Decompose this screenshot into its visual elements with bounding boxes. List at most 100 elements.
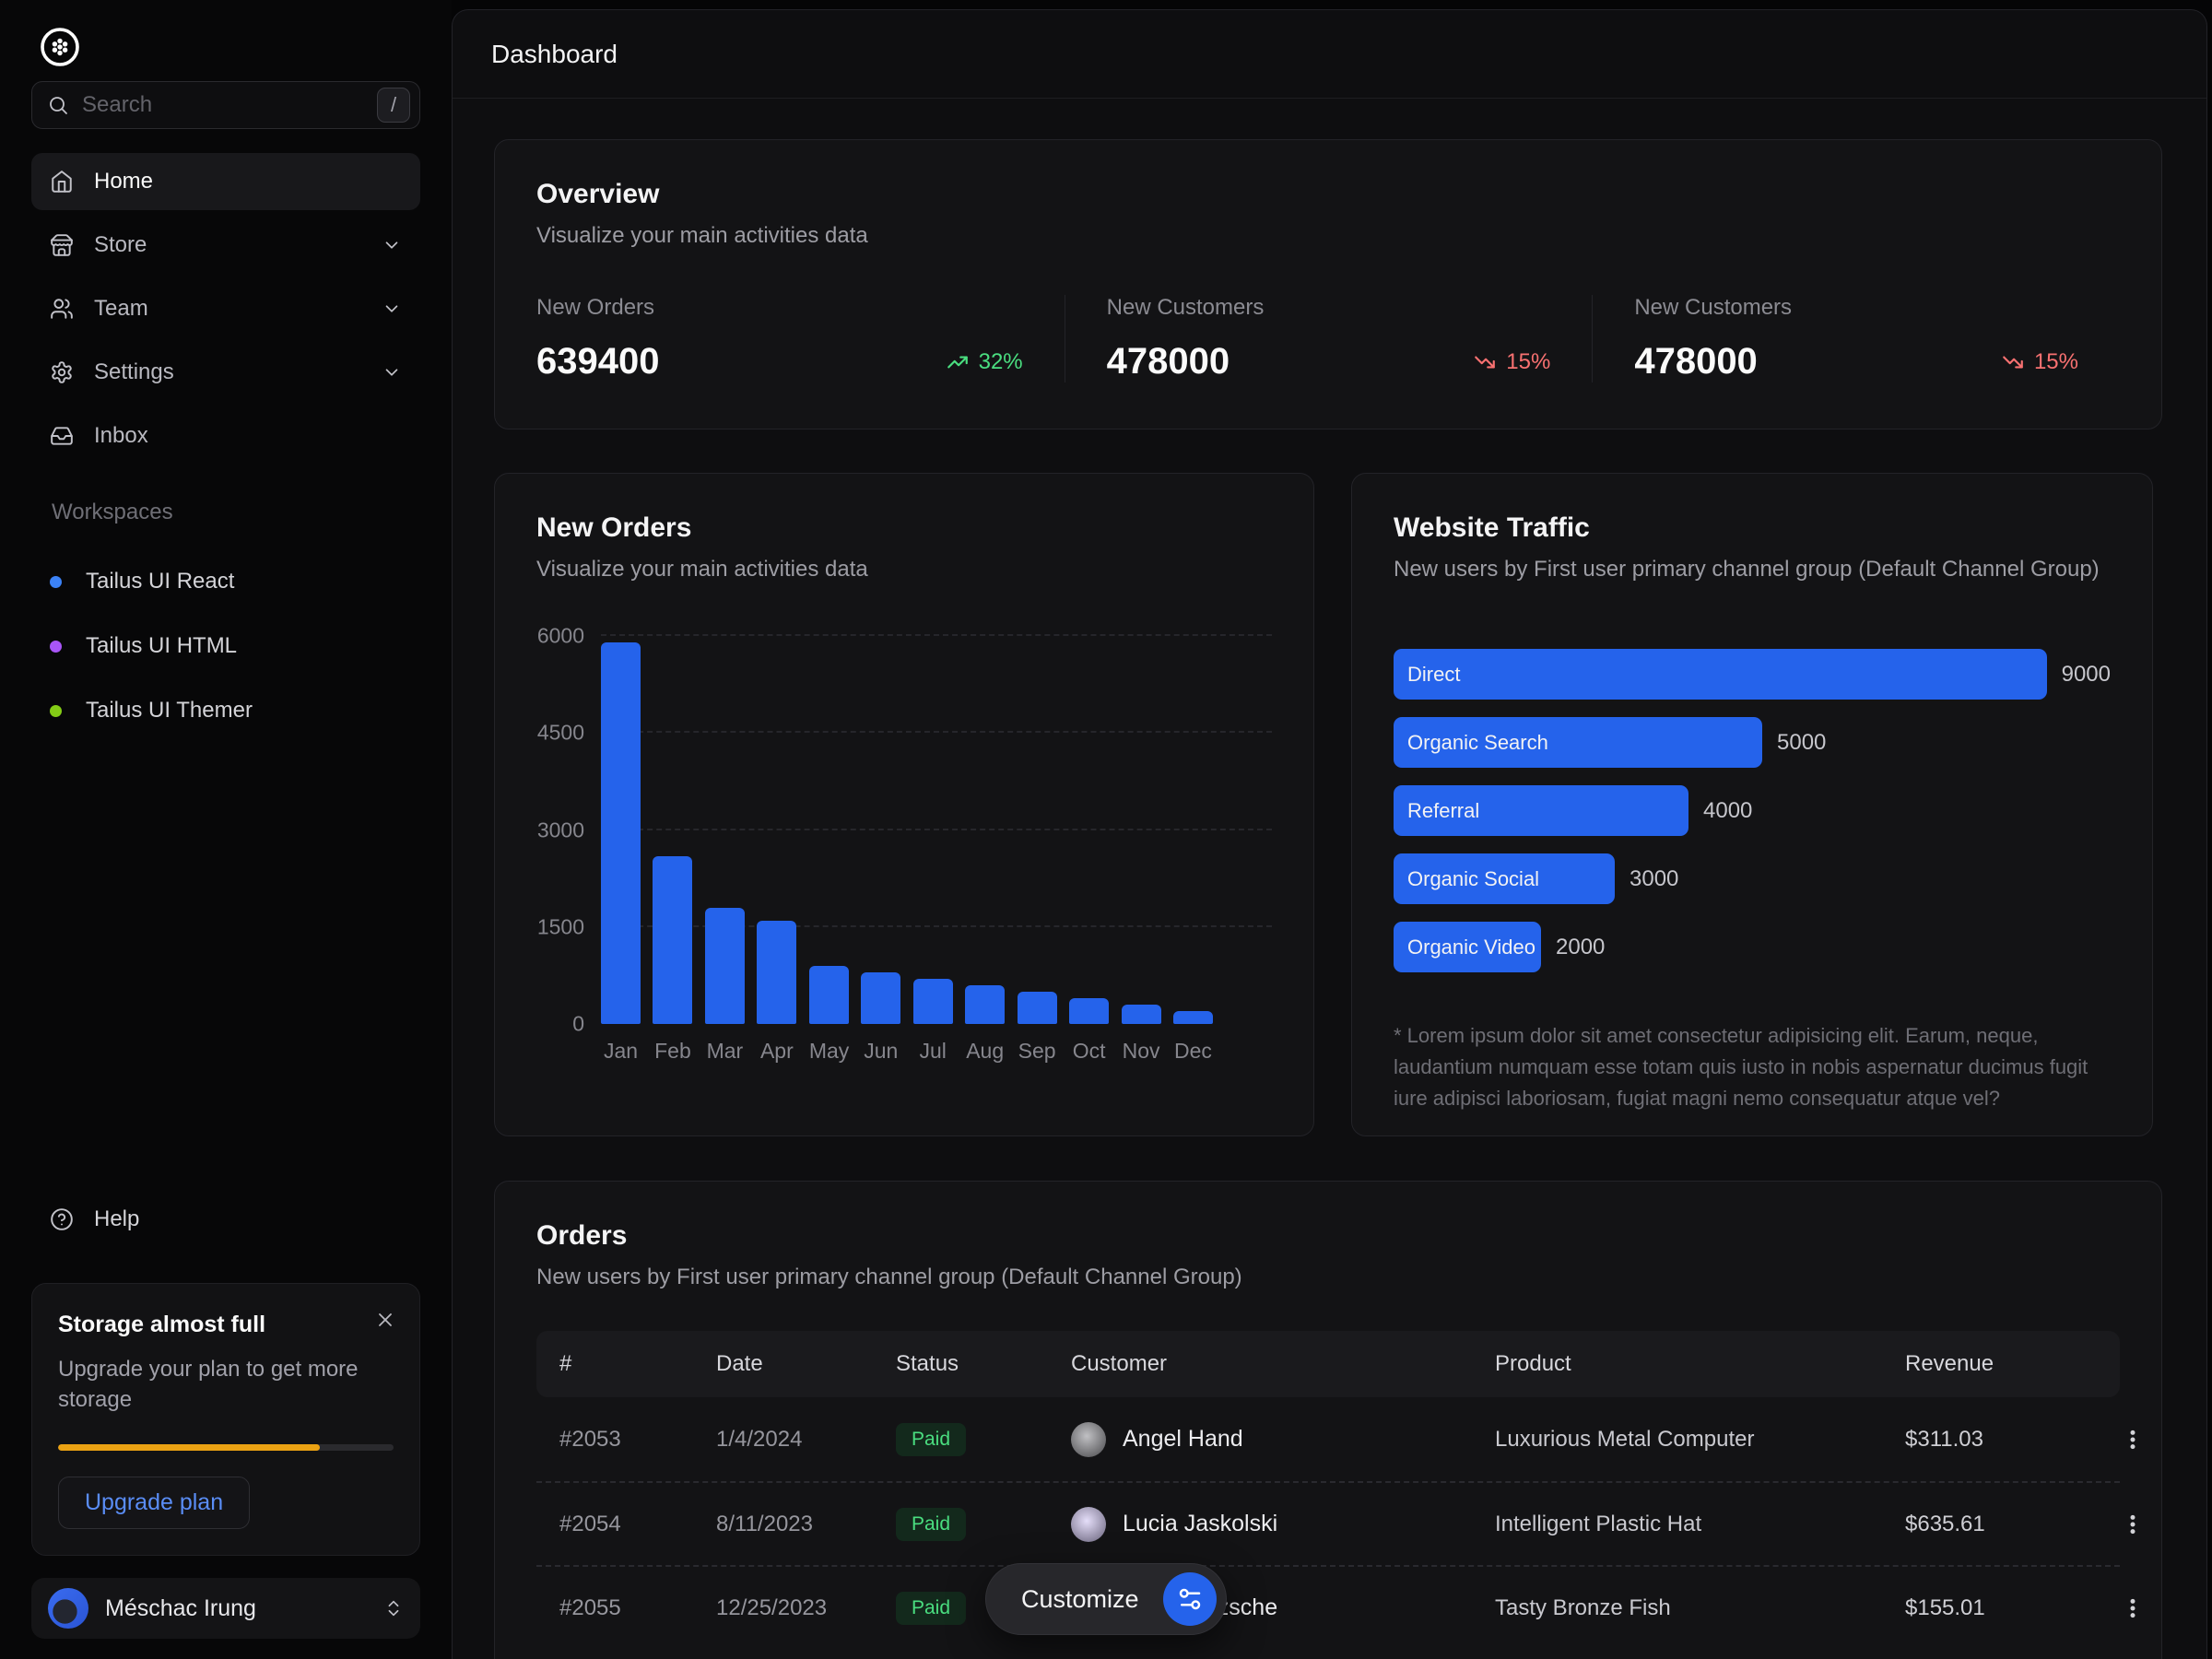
search-input[interactable] — [82, 92, 377, 118]
status-badge: Paid — [896, 1508, 966, 1541]
sidebar-item-label: Store — [94, 232, 147, 258]
stat-trend: 15% — [2001, 349, 2078, 375]
table-row[interactable]: #205512/25/2023PaidShem NitzscheTasty Br… — [536, 1565, 2120, 1649]
new-orders-title: New Orders — [536, 512, 1272, 544]
chevron-down-icon — [382, 235, 402, 255]
bar-mar — [705, 908, 745, 1024]
storage-title: Storage almost full — [58, 1312, 394, 1338]
ellipsis-vertical-icon — [2121, 1596, 2145, 1620]
sidebar-item-inbox[interactable]: Inbox — [31, 407, 420, 465]
inbox-icon — [50, 424, 74, 448]
row-menu-button[interactable] — [2103, 1512, 2145, 1536]
search-box[interactable]: / — [31, 81, 420, 129]
sidebar-item-label: Home — [94, 169, 153, 194]
help-icon — [50, 1207, 74, 1231]
sidebar-item-home[interactable]: Home — [31, 153, 420, 210]
store-icon — [50, 233, 74, 257]
order-customer: Lucia Jaskolski — [1071, 1507, 1495, 1542]
settings-icon — [50, 360, 74, 384]
page-header: Dashboard — [453, 10, 2206, 99]
order-id: #2055 — [559, 1595, 716, 1621]
traffic-bar-value: 5000 — [1777, 730, 1826, 756]
bar-jul — [913, 979, 953, 1024]
bar-apr — [757, 921, 796, 1024]
column-header: Revenue — [1905, 1351, 2103, 1377]
workspace-item-tailus-ui-html[interactable]: Tailus UI HTML — [31, 614, 420, 678]
traffic-bar-label: Organic Video — [1407, 935, 1535, 959]
chevron-down-icon — [382, 362, 402, 382]
storage-progress-fill — [58, 1444, 320, 1451]
bar-may — [809, 966, 849, 1024]
y-axis-tick-label: 4500 — [537, 721, 584, 746]
sidebar-item-team[interactable]: Team — [31, 280, 420, 337]
x-axis-label: Dec — [1173, 1039, 1213, 1064]
bar-jan — [601, 642, 641, 1024]
x-axis-label: Jun — [861, 1039, 900, 1064]
stat-label: New Orders — [536, 295, 1023, 321]
traffic-disclaimer: * Lorem ipsum dolor sit amet consectetur… — [1394, 1020, 2111, 1114]
status-badge: Paid — [896, 1592, 966, 1625]
order-date: 1/4/2024 — [716, 1427, 896, 1453]
main-panel: Dashboard Overview Visualize your main a… — [452, 9, 2207, 1659]
order-product: Luxurious Metal Computer — [1495, 1427, 1905, 1453]
bar-oct — [1069, 998, 1109, 1024]
row-menu-button[interactable] — [2103, 1596, 2145, 1620]
orders-table-body: #20531/4/2024PaidAngel HandLuxurious Met… — [536, 1397, 2120, 1649]
order-id: #2053 — [559, 1427, 716, 1453]
sidebar: / Home Store Team — [0, 0, 452, 1659]
upgrade-plan-button[interactable]: Upgrade plan — [58, 1477, 250, 1529]
x-axis-label: Sep — [1018, 1039, 1057, 1064]
traffic-bar-direct: Direct — [1394, 649, 2047, 700]
stat-label: New Customers — [1634, 295, 2078, 321]
chart-y-axis: 01500300045006000 — [536, 636, 601, 1024]
search-icon — [47, 94, 69, 116]
row-menu-button[interactable] — [2103, 1428, 2145, 1452]
bar-chart: 01500300045006000 — [536, 636, 1272, 1024]
avatar — [1071, 1507, 1106, 1542]
workspace-item-tailus-ui-themer[interactable]: Tailus UI Themer — [31, 678, 420, 743]
workspace-label: Tailus UI HTML — [86, 633, 237, 659]
workspaces-list: Tailus UI React Tailus UI HTML Tailus UI… — [31, 549, 420, 743]
user-menu[interactable]: Méschac Irung — [31, 1578, 420, 1639]
bar-jun — [861, 972, 900, 1024]
stat-value: 478000 — [1107, 341, 1230, 382]
table-row[interactable]: #20531/4/2024Paid Angel Hand Luxurious Met… — [536, 1397, 2120, 1481]
sidebar-item-help[interactable]: Help — [31, 1191, 420, 1248]
sidebar-item-store[interactable]: Store — [31, 217, 420, 274]
traffic-bar-row: Referral4000 — [1394, 785, 2111, 836]
traffic-bar-row: Organic Search5000 — [1394, 717, 2111, 768]
search-shortcut-kbd: / — [377, 88, 410, 123]
x-axis-label: Jul — [913, 1039, 953, 1064]
trending-down-icon — [1473, 350, 1497, 374]
table-row[interactable]: #20548/11/2023PaidLucia JaskolskiIntelli… — [536, 1481, 2120, 1565]
sidebar-item-settings[interactable]: Settings — [31, 344, 420, 401]
team-icon — [50, 297, 74, 321]
chart-plot — [601, 636, 1272, 1024]
traffic-bar-value: 3000 — [1630, 866, 1678, 892]
app-logo-icon[interactable] — [39, 26, 81, 68]
order-customer: Angel Hand — [1071, 1422, 1495, 1457]
storage-description: Upgrade your plan to get more storage — [58, 1355, 394, 1415]
column-header: Status — [896, 1351, 1071, 1377]
home-icon — [50, 170, 74, 194]
stat-new-orders: New Orders 639400 32% — [536, 295, 1065, 382]
customer-name: Angel Hand — [1123, 1426, 1243, 1453]
x-axis-label: May — [809, 1039, 849, 1064]
workspace-item-tailus-ui-react[interactable]: Tailus UI React — [31, 549, 420, 614]
new-orders-card: New Orders Visualize your main activitie… — [494, 473, 1314, 1136]
stat-new-customers-1: New Customers 478000 15% — [1065, 295, 1593, 382]
orders-title: Orders — [536, 1220, 2120, 1252]
column-header: Product — [1495, 1351, 1905, 1377]
customize-button[interactable]: Customize — [985, 1563, 1227, 1635]
status-badge: Paid — [896, 1423, 966, 1456]
overview-card: Overview Visualize your main activities … — [494, 139, 2162, 429]
new-orders-subtitle: Visualize your main activities data — [536, 557, 1272, 582]
close-icon[interactable] — [371, 1306, 399, 1334]
ellipsis-vertical-icon — [2121, 1428, 2145, 1452]
chevrons-up-down-icon — [383, 1598, 404, 1618]
traffic-bar-row: Direct9000 — [1394, 649, 2111, 700]
orders-subtitle: New users by First user primary channel … — [536, 1265, 2120, 1290]
workspaces-heading: Workspaces — [52, 500, 420, 525]
trending-down-icon — [2001, 350, 2025, 374]
trending-up-icon — [946, 350, 970, 374]
